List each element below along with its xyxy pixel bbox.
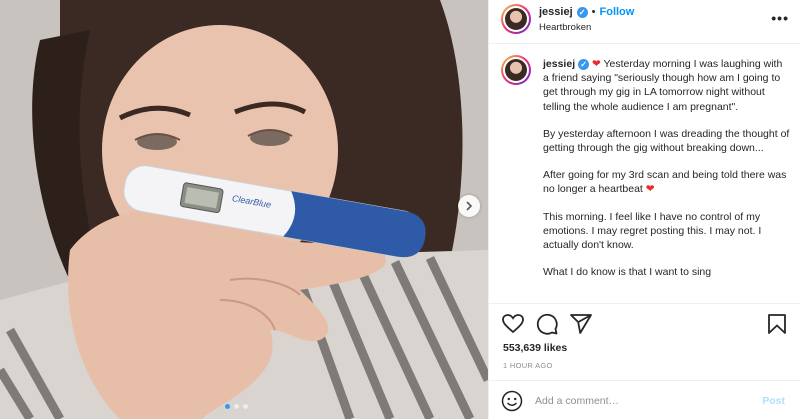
caption-paragraph-2: By yesterday afternoon I was dreading th… (543, 127, 790, 155)
carousel-dot (225, 404, 230, 409)
follow-button[interactable]: Follow (600, 6, 635, 18)
heart-emoji: ❤ (591, 58, 601, 70)
caption-paragraph-5: What I do know is that I want to sing (543, 266, 712, 279)
more-options-icon[interactable]: ••• (771, 10, 789, 26)
next-photo-button[interactable] (458, 195, 480, 217)
location-link[interactable]: Heartbroken (539, 22, 591, 33)
carousel-dot (243, 404, 248, 409)
avatar[interactable] (501, 4, 531, 34)
post-actions: 553,639 likes 1 HOUR AGO Post (489, 303, 800, 419)
emoji-icon[interactable] (501, 390, 523, 412)
caption-paragraph-4: This morning. I feel like I have no cont… (543, 210, 762, 252)
comment-icon[interactable] (535, 312, 559, 336)
share-icon[interactable] (569, 312, 593, 336)
verified-badge-icon: ✓ (578, 59, 590, 70)
carousel-indicator (225, 404, 248, 409)
username-link[interactable]: jessiej (539, 6, 573, 18)
caption-username-link[interactable]: jessiej (543, 58, 575, 70)
heart-emoji: ❤ (645, 183, 655, 196)
caption-paragraph: jessiej ✓ ❤ Yesterday morning I was laug… (543, 57, 791, 114)
caption-text: jessiej ✓ ❤ Yesterday morning I was laug… (543, 57, 791, 292)
comment-input[interactable] (535, 391, 735, 411)
bookmark-icon[interactable] (765, 312, 789, 336)
header-user: jessiej ✓ • Follow (539, 6, 634, 18)
separator: • (591, 6, 596, 18)
carousel-dot (234, 404, 239, 409)
caption-area: jessiej ✓ ❤ Yesterday morning I was laug… (489, 45, 800, 303)
caption-paragraph: After going for my 3rd scan and being to… (543, 168, 791, 196)
photo-scene: ClearBlue (0, 0, 488, 419)
post-photo[interactable]: ClearBlue (0, 0, 488, 419)
timestamp[interactable]: 1 HOUR AGO (503, 361, 553, 370)
caption-paragraph-3: After going for my 3rd scan and being to… (543, 169, 787, 196)
avatar[interactable] (501, 55, 531, 85)
post-header: jessiej ✓ • Follow Heartbroken ••• (489, 0, 800, 44)
chevron-right-icon (466, 201, 473, 211)
post-side-panel: jessiej ✓ • Follow Heartbroken ••• jessi… (488, 0, 800, 419)
action-icons (501, 312, 791, 336)
comment-box: Post (489, 380, 800, 419)
verified-badge-icon: ✓ (576, 6, 588, 18)
heart-outline-icon[interactable] (501, 312, 525, 336)
post-comment-button[interactable]: Post (762, 395, 785, 407)
likes-count[interactable]: 553,639 likes (503, 342, 567, 354)
